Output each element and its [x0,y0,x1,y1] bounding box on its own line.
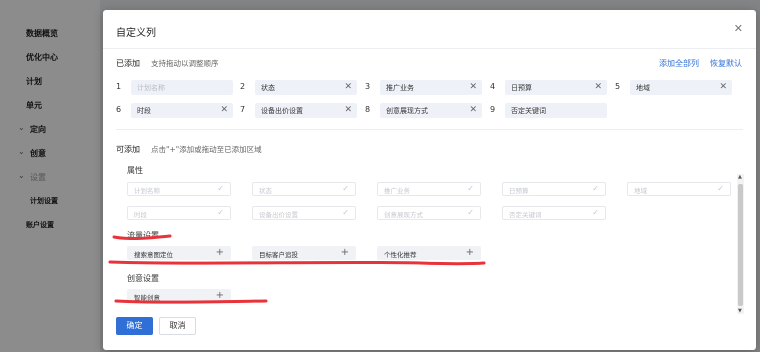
add-all-columns-link[interactable]: 添加全部列 [659,58,699,69]
chip-label: 地域 [634,187,647,195]
remove-icon[interactable]: ✕ [719,82,727,92]
chip-label: 计划名称 [134,187,160,195]
available-chip-device-bid: 设备出价设置 ✓ [252,206,356,220]
chip-label: 创意展现方式 [384,211,423,219]
cancel-button[interactable]: 取消 [159,317,196,335]
group-label-attributes: 属性 [127,166,143,175]
added-row: 1 计划名称 2 状态 ✕ 3 推广业务 ✕ 4 日预算 ✕ 5 地域 ✕ [116,80,736,96]
available-chip-retargeting[interactable]: 目标客户追投 + [252,246,356,260]
item-index: 7 [240,105,246,114]
remove-icon[interactable]: ✕ [344,105,352,115]
remove-icon[interactable]: ✕ [469,82,477,92]
available-chip-time-period: 时段 ✓ [127,206,231,220]
item-index: 6 [116,105,122,114]
available-section-label: 可添加 [116,145,140,154]
chip-label: 地域 [636,84,650,92]
added-section-hint: 支持拖动以调整顺序 [151,59,219,68]
added-chip-daily-budget[interactable]: 日预算 ✕ [505,80,607,95]
available-chip-region: 地域 ✓ [627,182,731,196]
chip-label: 日预算 [509,187,529,195]
custom-columns-dialog: 自定义列 ✕ 已添加 支持拖动以调整顺序 添加全部列 恢复默认 1 计划名称 2… [103,10,756,350]
item-index: 3 [365,82,371,91]
remove-icon[interactable]: ✕ [344,82,352,92]
available-chip-negative-keywords: 否定关键词 ✓ [502,206,606,220]
added-chip-status[interactable]: 状态 ✕ [255,80,357,95]
chip-label: 日预算 [511,84,532,92]
chip-label: 状态 [259,187,272,195]
chip-label: 状态 [261,84,275,92]
scroll-down-icon[interactable]: ▼ [738,308,742,314]
chip-label: 时段 [137,107,151,115]
item-index: 1 [116,82,122,91]
available-chip-plan-name: 计划名称 ✓ [127,182,231,196]
chip-label: 推广业务 [384,187,410,195]
check-icon: ✓ [342,184,349,193]
added-chip-business[interactable]: 推广业务 ✕ [380,80,482,95]
dialog-title: 自定义列 [116,28,156,39]
chip-label: 否定关键词 [511,107,546,115]
added-row: 6 时段 ✕ 7 设备出价设置 ✕ 8 创意展现方式 ✕ 9 否定关键词 [116,103,736,119]
group-label-creative: 创意设置 [127,274,159,283]
check-icon: ✓ [592,184,599,193]
added-chip-creative-display[interactable]: 创意展现方式 ✕ [380,103,482,118]
available-chip-business: 推广业务 ✓ [377,182,481,196]
reset-default-link[interactable]: 恢复默认 [710,58,742,69]
check-icon: ✓ [217,208,224,217]
plus-icon[interactable]: + [341,247,349,258]
added-chip-plan-name: 计划名称 [131,80,233,95]
chip-label: 否定关键词 [509,211,542,219]
available-chip-daily-budget: 日预算 ✓ [502,182,606,196]
scrollbar[interactable]: ▲ ▼ [737,174,744,314]
added-chip-region[interactable]: 地域 ✕ [630,80,732,95]
added-section-label: 已添加 [116,59,140,68]
added-chip-negative-keywords[interactable]: 否定关键词 [505,103,607,118]
available-chip-creative-display: 创意展现方式 ✓ [377,206,481,220]
check-icon: ✓ [217,184,224,193]
check-icon: ✓ [467,208,474,217]
chip-label: 设备出价设置 [261,107,303,115]
scroll-up-icon[interactable]: ▲ [738,174,742,180]
remove-icon[interactable]: ✕ [220,105,228,115]
scrollbar-thumb[interactable] [738,184,743,306]
item-index: 4 [490,82,496,91]
chip-label: 创意展现方式 [386,107,428,115]
available-chip-status: 状态 ✓ [252,182,356,196]
confirm-button[interactable]: 确定 [116,317,153,335]
remove-icon[interactable]: ✕ [469,105,477,115]
check-icon: ✓ [342,208,349,217]
available-chip-search-intent[interactable]: 搜索意图定位 + [127,246,231,260]
remove-icon[interactable]: ✕ [594,82,602,92]
close-icon[interactable]: ✕ [734,22,743,35]
chip-label: 计划名称 [137,84,165,92]
chip-label: 目标客户追投 [259,251,298,259]
chip-label: 设备出价设置 [259,211,298,219]
item-index: 5 [615,82,621,91]
plus-icon[interactable]: + [216,247,224,258]
added-chip-time-period[interactable]: 时段 ✕ [131,103,233,118]
divider [103,48,756,49]
available-chip-smart-creative[interactable]: 智能创意 + [127,289,231,303]
item-index: 2 [240,82,246,91]
chip-label: 时段 [134,211,147,219]
check-icon: ✓ [717,184,724,193]
chip-label: 智能创意 [134,294,160,302]
item-index: 8 [365,105,371,114]
plus-icon[interactable]: + [216,290,224,301]
available-section-hint: 点击"+"添加或拖动至已添加区域 [151,145,262,154]
chip-label: 搜索意图定位 [134,251,173,259]
chip-label: 推广业务 [386,84,414,92]
check-icon: ✓ [467,184,474,193]
available-chip-personalized[interactable]: 个性化推荐 + [377,246,481,260]
added-chip-device-bid[interactable]: 设备出价设置 ✕ [255,103,357,118]
check-icon: ✓ [592,208,599,217]
item-index: 9 [490,105,496,114]
chip-label: 个性化推荐 [384,251,417,259]
plus-icon[interactable]: + [466,247,474,258]
available-columns-area: 属性 计划名称 ✓ 状态 ✓ 推广业务 ✓ 日预算 ✓ 地域 ✓ 时段 ✓ 设备出价设置 ✓ … [116,162,736,310]
divider [116,129,743,130]
group-label-traffic: 流量设置 [127,231,159,240]
